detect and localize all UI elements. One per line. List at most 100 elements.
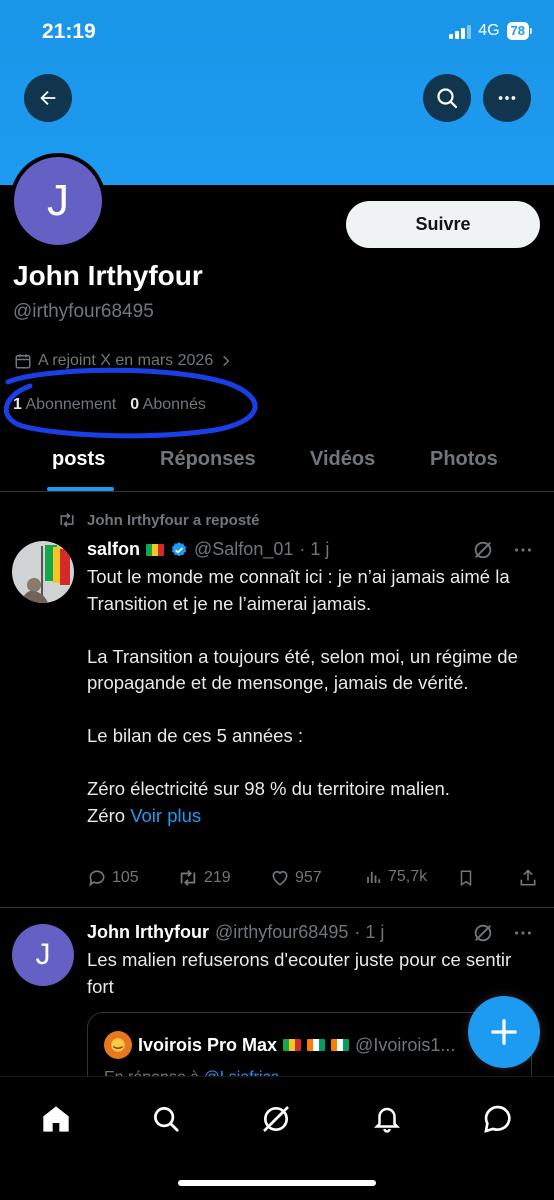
repost-label: John Irthyfour a reposté xyxy=(87,511,260,529)
post-author-name[interactable]: salfon xyxy=(87,539,140,560)
share-icon xyxy=(520,869,536,886)
avatar-image-icon xyxy=(12,541,74,603)
nav-grok[interactable] xyxy=(256,1099,296,1139)
profile-handle: @irthyfour68495 xyxy=(13,301,154,322)
following-count: 1 xyxy=(13,396,22,413)
post-more-icon[interactable] xyxy=(512,539,534,561)
status-time: 21:19 xyxy=(42,20,96,43)
tab-replies[interactable]: Réponses xyxy=(160,448,256,471)
home-indicator xyxy=(178,1180,376,1186)
nav-home[interactable] xyxy=(36,1099,76,1139)
post-author-avatar[interactable]: J xyxy=(12,924,74,986)
ivory-coast-flag-icon xyxy=(307,1039,326,1051)
post-author-handle[interactable]: @Salfon_01 xyxy=(194,539,293,560)
battery-level: 78 xyxy=(506,22,529,40)
more-button[interactable] xyxy=(483,74,531,122)
post-header: John Irthyfour @irthyfour68495 · 1 j xyxy=(87,922,384,943)
post-text[interactable]: Les malien refuserons d'ecouter juste po… xyxy=(87,947,517,1000)
compose-button[interactable] xyxy=(468,996,540,1068)
post-paragraph: Le bilan de ces 5 années : xyxy=(87,725,303,746)
quoted-post-header: Ivoirois Pro Max @Ivoirois1... xyxy=(104,1031,455,1059)
tab-posts[interactable]: posts xyxy=(52,448,105,471)
share-button[interactable] xyxy=(518,868,538,888)
heart-icon xyxy=(272,870,288,886)
mali-flag-icon xyxy=(146,543,165,556)
followers-count: 0 xyxy=(130,396,140,413)
like-count: 957 xyxy=(295,869,322,886)
post-author-avatar[interactable] xyxy=(12,541,74,603)
repost-indicator[interactable]: John Irthyfour a reposté xyxy=(57,511,260,529)
search-icon xyxy=(437,88,458,109)
post-time: · 1 j xyxy=(299,539,330,559)
follow-stats: 1 Abonnement 0 Abonnés xyxy=(13,396,206,414)
network-type: 4G xyxy=(478,22,500,39)
nav-search[interactable] xyxy=(146,1099,186,1139)
divider xyxy=(0,907,554,908)
followers-link[interactable]: 0 Abonnés xyxy=(130,396,206,414)
ivory-coast-flag-icon xyxy=(331,1039,350,1051)
post-header-icons xyxy=(472,922,534,944)
mali-flag-icon xyxy=(283,1039,302,1051)
home-icon xyxy=(43,1106,69,1132)
joined-text: A rejoint X en mars 2026 xyxy=(38,352,214,369)
quoted-author-name: Ivoirois Pro Max xyxy=(138,1034,278,1055)
quoted-author-handle: @Ivoirois1... xyxy=(355,1034,456,1055)
bookmark-button[interactable] xyxy=(457,868,475,888)
following-link[interactable]: 1 Abonnement xyxy=(13,396,116,414)
verified-badge-icon xyxy=(171,541,187,556)
grok-icon[interactable] xyxy=(472,539,494,561)
search-icon xyxy=(154,1107,179,1132)
reply-button[interactable]: 105 xyxy=(87,868,139,888)
status-bar: 21:19 4G 78 xyxy=(0,18,554,48)
repost-count: 219 xyxy=(204,869,231,886)
quoted-avatar[interactable] xyxy=(104,1031,132,1059)
grok-icon[interactable] xyxy=(472,922,494,944)
post-actions: 105 219 957 75,7k xyxy=(87,868,539,892)
avatar-letter: J xyxy=(14,157,102,245)
plus-icon xyxy=(491,1019,517,1045)
reply-icon xyxy=(89,870,105,887)
grok-icon xyxy=(263,1106,289,1132)
post-header: salfon @Salfon_01 · 1 j xyxy=(87,539,329,560)
more-horizontal-icon xyxy=(498,96,516,100)
views-count: 75,7k xyxy=(388,868,428,885)
profile-tabs: posts Réponses Vidéos Photos xyxy=(0,436,554,491)
battery-icon: 78 xyxy=(506,22,532,40)
chevron-right-icon xyxy=(223,355,230,367)
joined-date[interactable]: A rejoint X en mars 2026 xyxy=(14,352,233,370)
tab-photos[interactable]: Photos xyxy=(430,448,498,471)
post-author-handle[interactable]: @irthyfour68495 xyxy=(215,922,348,943)
arrow-left-icon xyxy=(40,90,56,106)
repost-button[interactable]: 219 xyxy=(177,868,231,888)
avatar-image-icon xyxy=(111,1038,125,1052)
post-more-icon[interactable] xyxy=(512,922,534,944)
repost-icon xyxy=(60,512,74,528)
calendar-icon xyxy=(15,354,31,369)
bookmark-icon xyxy=(460,870,472,887)
reply-count: 105 xyxy=(112,869,139,886)
post-time: · 1 j xyxy=(354,922,385,942)
following-label: Abonnement xyxy=(25,396,117,413)
profile-avatar[interactable]: J xyxy=(10,153,106,249)
tab-videos[interactable]: Vidéos xyxy=(310,448,375,471)
views-icon xyxy=(367,871,381,883)
nav-messages[interactable] xyxy=(478,1099,518,1139)
post-author-name[interactable]: John Irthyfour xyxy=(87,922,209,943)
bell-icon xyxy=(373,1107,401,1133)
like-button[interactable]: 957 xyxy=(270,868,322,888)
post-header-icons xyxy=(472,539,534,561)
see-more-link[interactable]: Voir plus xyxy=(130,805,201,826)
post-paragraph: Tout le monde me connaît ici : je n’ai j… xyxy=(87,566,510,614)
post-text[interactable]: Tout le monde me connaît ici : je n’ai j… xyxy=(87,564,532,829)
follow-button[interactable]: Suivre xyxy=(346,201,540,248)
back-button[interactable] xyxy=(24,74,72,122)
divider xyxy=(0,491,554,492)
profile-name: John Irthyfour xyxy=(13,260,203,291)
signal-icon xyxy=(449,23,472,39)
views-button[interactable]: 75,7k xyxy=(365,868,427,886)
post-paragraph: Zéro électricité sur 98 % du territoire … xyxy=(87,778,450,799)
repost-icon xyxy=(180,870,196,886)
post-paragraph: Zéro xyxy=(87,804,126,826)
nav-notifications[interactable] xyxy=(367,1099,407,1139)
search-button[interactable] xyxy=(423,74,471,122)
